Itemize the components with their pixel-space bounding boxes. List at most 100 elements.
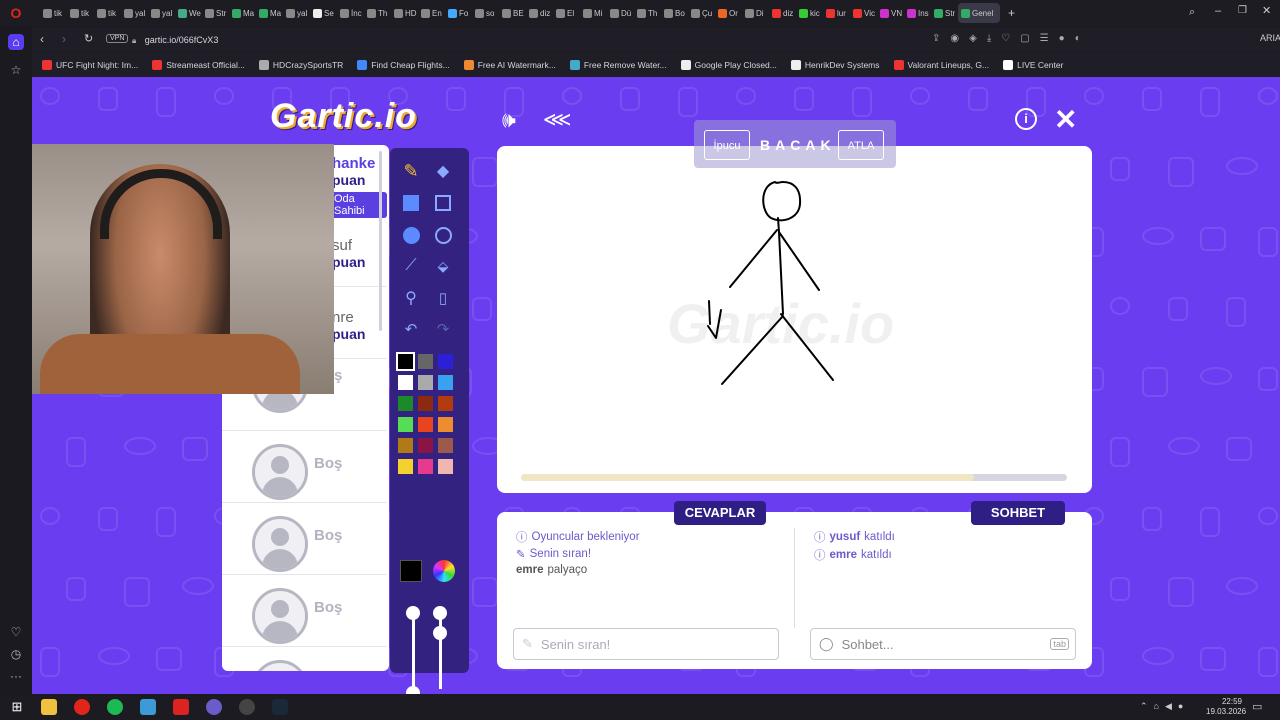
app-icon[interactable] — [140, 699, 156, 715]
forward-icon[interactable]: › — [62, 32, 66, 46]
network-icon[interactable]: ⌂ — [1154, 701, 1159, 712]
filled-rect-icon[interactable] — [400, 192, 422, 214]
color-swatch[interactable] — [438, 438, 453, 453]
bookmark-item[interactable]: UFC Fight Night: Im... — [42, 60, 138, 70]
browser-tab[interactable]: Mi — [580, 3, 606, 23]
browser-tab[interactable]: Ma — [256, 3, 282, 23]
brush-size-handle[interactable] — [406, 606, 420, 620]
filled-circle-icon[interactable] — [400, 224, 422, 246]
bookmark-item[interactable]: Free Remove Water... — [569, 60, 667, 70]
new-tab-button[interactable]: + — [1008, 6, 1015, 20]
line-icon[interactable]: ⟋ — [400, 255, 422, 277]
opacity-slider[interactable] — [439, 609, 442, 689]
browser-tab[interactable]: En — [418, 3, 444, 23]
browser-tab[interactable]: İnc — [337, 3, 363, 23]
circle-icon[interactable] — [432, 224, 454, 246]
opacity-handle[interactable] — [433, 606, 447, 620]
more-icon[interactable]: ··· — [8, 668, 24, 684]
browser-tab[interactable]: Ins — [904, 3, 930, 23]
color-wheel-icon[interactable] — [433, 560, 455, 582]
color-swatch[interactable] — [418, 354, 433, 369]
browser-tab[interactable]: VN — [877, 3, 903, 23]
cube-icon[interactable]: ▢ — [1020, 33, 1029, 44]
heart-icon[interactable]: ♡ — [8, 624, 24, 640]
windows-start-icon[interactable]: ⊞ — [9, 699, 25, 715]
browser-tab[interactable]: BE — [499, 3, 525, 23]
bookmark-item[interactable]: HenrikDev Systems — [790, 60, 880, 70]
browser-tab[interactable]: Bo — [661, 3, 687, 23]
chat-input[interactable]: ◯ Sohbet... tab — [810, 628, 1076, 660]
search-tabs-icon[interactable]: ⌕ — [1189, 6, 1195, 19]
share-icon[interactable]: ⋘ — [543, 107, 571, 132]
browser-tab[interactable]: Str — [931, 3, 957, 23]
browser-tab[interactable]: We — [175, 3, 201, 23]
browser-tab[interactable]: HD — [391, 3, 417, 23]
browser-tab[interactable]: tik — [67, 3, 93, 23]
bookmark-item[interactable]: Streameast Official... — [152, 60, 245, 70]
opera-logo-icon[interactable]: O — [0, 0, 32, 26]
color-swatch[interactable] — [438, 459, 453, 474]
color-swatch[interactable] — [418, 459, 433, 474]
menu-icon[interactable]: ☰ — [1040, 33, 1049, 44]
tray-chevron-icon[interactable]: ⌃ — [1140, 701, 1148, 712]
color-swatch[interactable] — [396, 352, 415, 371]
browser-tab[interactable]: tik — [40, 3, 66, 23]
color-swatch[interactable] — [398, 375, 413, 390]
browser-tab[interactable]: diz — [526, 3, 552, 23]
fill-bucket-icon[interactable]: ⬙ — [432, 255, 454, 277]
rect-icon[interactable] — [432, 192, 454, 214]
browser-tab[interactable]: Str — [202, 3, 228, 23]
app-icon[interactable] — [173, 699, 189, 715]
gartic-logo[interactable]: Gartic.io — [270, 97, 417, 136]
answer-input[interactable]: ✎ Senin sıran! — [513, 628, 779, 660]
vpn-badge[interactable]: VPN — [106, 34, 129, 43]
file-explorer-icon[interactable] — [41, 699, 57, 715]
bookmark-item[interactable]: Free AI Watermark... — [463, 60, 556, 70]
eraser-icon[interactable]: ◆ — [432, 160, 454, 182]
pencil-icon[interactable]: ✎ — [400, 160, 422, 182]
current-color-swatch[interactable] — [400, 560, 422, 582]
color-swatch[interactable] — [418, 438, 433, 453]
browser-tab[interactable]: diz — [769, 3, 795, 23]
opacity-handle[interactable] — [433, 626, 447, 640]
spotify-icon[interactable] — [107, 699, 123, 715]
star-icon[interactable]: ☆ — [8, 62, 24, 78]
redo-icon[interactable]: ↷ — [432, 318, 454, 340]
reload-icon[interactable]: ↻ — [84, 32, 93, 45]
maximize-button[interactable]: ❐ — [1238, 5, 1247, 16]
sound-icon[interactable]: 🕪︎ — [502, 107, 516, 133]
bookmark-item[interactable]: LIVE Center — [1003, 60, 1063, 70]
share-icon[interactable]: ⇪ — [932, 33, 940, 44]
bookmark-item[interactable]: Google Play Closed... — [680, 60, 777, 70]
bookmark-item[interactable]: HDCrazySportsTR — [258, 60, 343, 70]
color-swatch[interactable] — [398, 417, 413, 432]
chat-tab[interactable]: SOHBET — [971, 501, 1065, 525]
obs-icon[interactable] — [239, 699, 255, 715]
browser-icon[interactable] — [206, 699, 222, 715]
drawing-canvas[interactable]: İpucu BACAK ATLA Gartic.io — [497, 120, 1092, 493]
download-icon[interactable]: ⤓ — [987, 33, 991, 44]
browser-tab[interactable]: Or — [715, 3, 741, 23]
aria-button[interactable]: ARIA — [1260, 33, 1280, 43]
home-icon[interactable]: ⌂ — [8, 34, 24, 50]
bookmark-item[interactable]: Find Cheap Flights... — [357, 60, 450, 70]
browser-tab[interactable]: Vic — [850, 3, 876, 23]
browser-tab[interactable]: yal — [283, 3, 309, 23]
mic-icon[interactable]: ● — [1178, 701, 1183, 712]
brush-size-slider[interactable] — [412, 609, 415, 689]
extension-icon[interactable]: ◈ — [969, 33, 977, 44]
browser-tab[interactable]: Th — [364, 3, 390, 23]
browser-tab[interactable]: Di — [742, 3, 768, 23]
browser-tab[interactable]: Genel — [958, 3, 1000, 23]
browser-tab[interactable]: Dü — [607, 3, 633, 23]
page-icon[interactable]: ▯ — [432, 287, 454, 309]
browser-tab[interactable]: tik — [94, 3, 120, 23]
color-swatch[interactable] — [418, 396, 433, 411]
profile-icon[interactable]: ● — [1059, 33, 1065, 44]
browser-tab[interactable]: Se — [310, 3, 336, 23]
browser-tab[interactable]: yal — [121, 3, 147, 23]
opera-taskbar-icon[interactable] — [74, 699, 90, 715]
minimize-button[interactable]: – — [1215, 5, 1221, 17]
close-window-button[interactable]: ✕ — [1262, 4, 1271, 17]
color-swatch[interactable] — [438, 417, 453, 432]
